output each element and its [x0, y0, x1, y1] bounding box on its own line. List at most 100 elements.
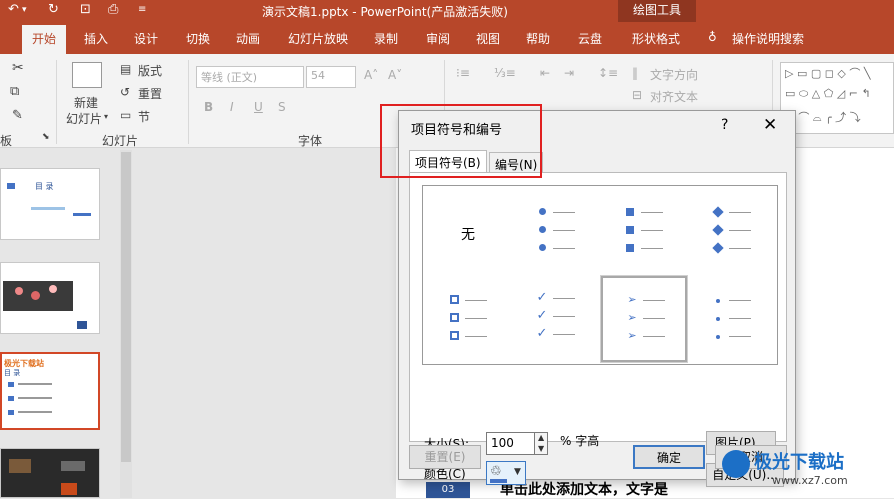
thumb-line	[18, 411, 52, 413]
bullets-icon[interactable]: ⁝≡	[456, 66, 470, 80]
slide-thumbnail-4[interactable]	[0, 448, 100, 498]
filled-square-bullet-icon	[626, 244, 634, 252]
tab-review[interactable]: 审阅	[426, 30, 450, 47]
tab-shape-format[interactable]: 形状格式	[632, 30, 680, 47]
tell-me-search[interactable]: 操作说明搜索	[732, 30, 804, 47]
layout-icon[interactable]: ▤	[120, 62, 131, 76]
lightbulb-icon: ♁	[708, 30, 717, 44]
ok-button[interactable]: 确定	[633, 445, 705, 469]
thumb-flower	[49, 285, 57, 293]
size-spinner[interactable]: ▲ ▼	[534, 432, 548, 455]
title-bar: ↶ ▾ ↻ ⊡ ⎙ ≡ 演示文稿1.pptx - PowerPoint(产品激活…	[0, 0, 894, 22]
reset-button[interactable]: 重置	[138, 85, 162, 102]
small-dot-bullet-icon	[716, 299, 720, 303]
new-slide-label[interactable]: 新建	[74, 94, 98, 111]
italic-button[interactable]: I	[230, 100, 234, 114]
bullet-option-checkmark[interactable]: ✓ ✓ ✓	[513, 276, 599, 362]
undo-icon[interactable]: ↶	[8, 2, 19, 17]
grow-font-icon[interactable]: A˄	[364, 68, 378, 82]
align-text-icon[interactable]: ⊟	[632, 88, 642, 102]
small-dot-bullet-icon	[716, 335, 720, 339]
tab-transitions[interactable]: 切换	[186, 30, 210, 47]
chevron-down-icon: ▼	[514, 467, 521, 477]
new-slide-label2[interactable]: 幻灯片	[66, 110, 102, 127]
tab-slideshow[interactable]: 幻灯片放映	[288, 30, 348, 47]
checkmark-bullet-icon: ✓	[536, 326, 548, 341]
tab-home[interactable]: 开始	[22, 25, 66, 54]
present-icon[interactable]: ⊡	[80, 2, 91, 17]
size-unit-label: % 字高	[560, 434, 600, 448]
numbering-icon[interactable]: ⅓≡	[494, 66, 516, 80]
color-picker-button[interactable]: ♲ ▼	[486, 461, 526, 485]
reset-button[interactable]: 重置(E)	[409, 445, 481, 469]
size-input[interactable]: 100	[486, 432, 536, 455]
thumb-photo	[9, 459, 31, 473]
format-painter-icon[interactable]: ✎	[12, 108, 23, 123]
section-icon[interactable]: ▭	[120, 108, 131, 122]
arrow-bullet-icon: ➢	[627, 293, 637, 306]
bullet-option-diamond[interactable]	[689, 188, 775, 274]
text-direction-button[interactable]: 文字方向	[650, 66, 698, 83]
scrollbar-thumb[interactable]	[121, 152, 131, 462]
hollow-square-bullet-icon	[449, 313, 459, 322]
underline-button[interactable]: U	[254, 100, 263, 114]
bold-button[interactable]: B	[204, 100, 213, 114]
bullet-option-filled-circle[interactable]	[513, 188, 599, 274]
slide-thumbnail-3-selected[interactable]: 极光下载站 目 录	[0, 352, 100, 430]
thumb-bullet	[8, 382, 14, 387]
bullet-option-filled-square[interactable]	[601, 188, 687, 274]
undo-dropdown-icon[interactable]: ▾	[22, 5, 27, 15]
filled-square-bullet-icon	[626, 208, 634, 216]
close-button[interactable]: ✕	[763, 115, 777, 135]
clipboard-launcher-icon[interactable]: ⬊	[42, 132, 50, 142]
thumb-bullet	[8, 396, 14, 401]
highlight-annotation-box	[380, 104, 542, 178]
increase-indent-icon[interactable]: ⇥	[564, 66, 574, 80]
cut-icon[interactable]: ✂	[12, 60, 24, 76]
watermark-name: 极光下载站	[754, 452, 844, 473]
slide-thumbnail-2[interactable]	[0, 262, 100, 334]
reset-icon[interactable]: ↺	[120, 85, 130, 99]
tab-help[interactable]: 帮助	[526, 30, 550, 47]
shadow-button[interactable]: S	[278, 100, 286, 114]
bullet-option-none[interactable]: 无	[425, 188, 511, 274]
bullet-option-arrow-selected[interactable]: ➢ ➢ ➢	[600, 275, 688, 363]
font-size-box[interactable]: 54	[306, 66, 356, 88]
tab-design[interactable]: 设计	[134, 30, 158, 47]
text-direction-icon[interactable]: ‖	[632, 66, 638, 80]
shapes-row3-icons[interactable]: ☾ ⌒ ⌓ ╭ ⤴ ⤵	[785, 109, 861, 125]
spinner-down-icon[interactable]: ▼	[538, 444, 544, 453]
shapes-gallery[interactable]: ▷ ▭ ▢ ◻ ◇ ⌒ ╲ ▭ ⬭ △ ⬠ ◿ ⌐ ↰ ☾ ⌒ ⌓ ╭ ⤴ ⤵	[780, 62, 894, 134]
new-slide-icon[interactable]	[72, 62, 102, 88]
tab-record[interactable]: 录制	[374, 30, 398, 47]
section-button[interactable]: 节	[138, 108, 150, 125]
tab-insert[interactable]: 插入	[84, 30, 108, 47]
shapes-row1-icons[interactable]: ▷ ▭ ▢ ◻ ◇ ⌒ ╲	[785, 65, 870, 81]
copy-icon[interactable]: ⧉	[10, 84, 19, 99]
thumb-flower	[15, 287, 23, 295]
decrease-indent-icon[interactable]: ⇤	[540, 66, 550, 80]
align-text-button[interactable]: 对齐文本	[650, 88, 698, 105]
tab-animations[interactable]: 动画	[236, 30, 260, 47]
thumb-subtitle: 目 录	[4, 369, 21, 377]
tab-cloud[interactable]: 云盘	[578, 30, 602, 47]
redo-icon[interactable]: ↻	[48, 2, 59, 17]
font-name-box[interactable]: 等线 (正文)	[196, 66, 304, 88]
arrow-bullet-icon: ➢	[627, 311, 637, 324]
bullet-option-hollow-square[interactable]	[425, 276, 511, 362]
line-spacing-icon[interactable]: ↕≡	[598, 66, 618, 80]
shapes-row2-icons[interactable]: ▭ ⬭ △ ⬠ ◿ ⌐ ↰	[785, 87, 871, 101]
help-button[interactable]: ?	[721, 117, 728, 133]
slide-thumbnail-1[interactable]: 目 录	[0, 168, 100, 240]
customize-quick-access-icon[interactable]: ≡	[138, 4, 146, 15]
bullets-tab-panel: 无 ✓ ✓ ✓ ➢ ➢ ➢ 大小(S): 100 ▲ ▼ % 字高 图片(P).…	[409, 172, 787, 487]
drawing-tools-label: 绘图工具	[618, 0, 696, 22]
new-slide-dropdown-icon[interactable]: ▾	[104, 112, 108, 121]
spinner-up-icon[interactable]: ▲	[538, 433, 544, 442]
watermark: 极光下载站 www.xz7.com	[716, 448, 892, 496]
layout-button[interactable]: 版式	[138, 62, 162, 79]
tab-view[interactable]: 视图	[476, 30, 500, 47]
shrink-font-icon[interactable]: A˅	[388, 68, 402, 82]
bullet-option-small-dot[interactable]	[689, 276, 775, 362]
print-preview-icon[interactable]: ⎙	[108, 2, 118, 17]
